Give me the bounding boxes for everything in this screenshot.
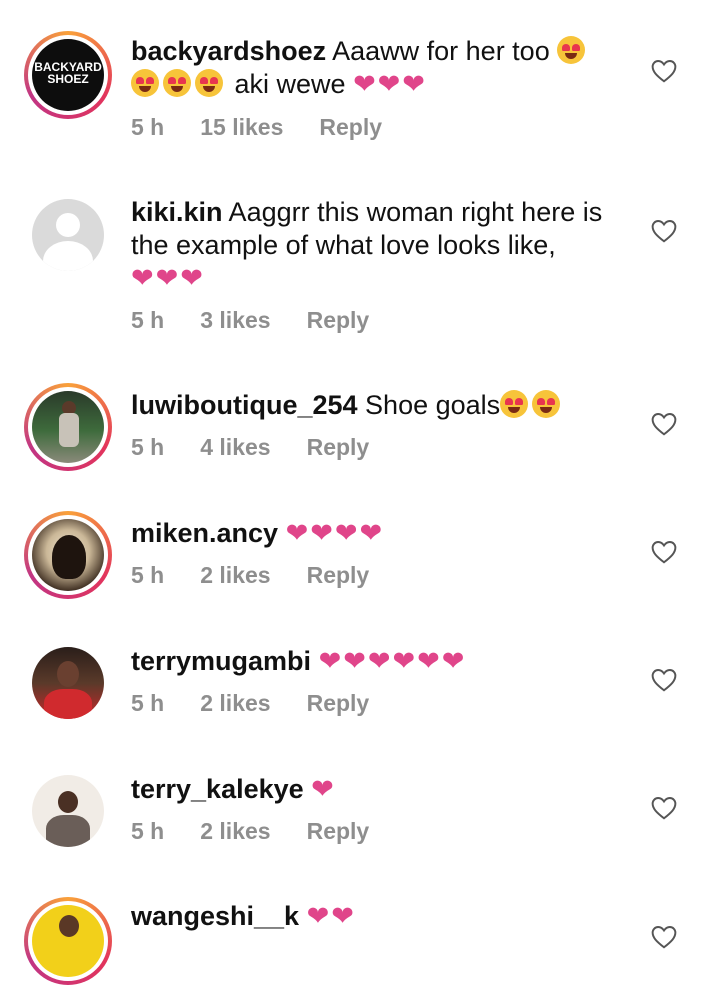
heart-outline-icon[interactable] xyxy=(651,540,677,564)
avatar-story-ring[interactable]: BACKYARD SHOEZ xyxy=(24,31,112,119)
comment-text: wangeshi__k ❤❤ xyxy=(131,900,621,933)
heart-emoji-icon: ❤❤ xyxy=(306,901,356,931)
reply-button[interactable]: Reply xyxy=(307,434,370,461)
comment-time: 5 h xyxy=(131,114,165,140)
comment-meta: 5 h 4 likes Reply xyxy=(131,434,405,461)
avatar xyxy=(32,391,104,463)
comment-body: Shoe goals xyxy=(357,390,501,420)
heart-emoji-icon: ❤❤❤ xyxy=(353,69,427,99)
heart-emoji-icon: ❤❤❤ xyxy=(131,263,205,293)
comment-likes[interactable]: 2 likes xyxy=(200,818,270,845)
comment-username[interactable]: luwiboutique_254 xyxy=(131,390,358,420)
comment-meta: 5 h 2 likes Reply xyxy=(131,562,405,589)
avatar xyxy=(32,519,104,591)
comment-username[interactable]: terrymugambi xyxy=(131,646,311,676)
heart-outline-icon[interactable] xyxy=(651,796,677,820)
comment-username[interactable]: kiki.kin xyxy=(131,197,223,227)
comment-username[interactable]: wangeshi__k xyxy=(131,901,299,931)
comment-meta: 5 h 3 likes Reply xyxy=(131,307,405,334)
heart-eyes-emoji xyxy=(557,36,586,64)
avatar-logo-text: BACKYARD SHOEZ xyxy=(34,60,102,86)
reply-button[interactable]: Reply xyxy=(307,562,370,589)
avatar-story-ring[interactable] xyxy=(24,897,112,985)
comment-time: 5 h xyxy=(131,818,165,844)
reply-button[interactable]: Reply xyxy=(307,307,370,334)
heart-eyes-emoji xyxy=(195,69,223,97)
reply-button[interactable]: Reply xyxy=(307,690,370,717)
reply-button[interactable]: Reply xyxy=(307,818,370,845)
heart-eyes-emoji xyxy=(131,69,159,97)
heart-eyes-emoji xyxy=(500,390,529,418)
reply-button[interactable]: Reply xyxy=(319,114,382,141)
comment-likes[interactable]: 4 likes xyxy=(200,434,270,461)
comment-likes[interactable]: 2 likes xyxy=(200,690,270,717)
comment-username[interactable]: miken.ancy xyxy=(131,518,278,548)
comment-time: 5 h xyxy=(131,690,165,716)
heart-outline-icon[interactable] xyxy=(651,219,677,243)
comment-body-cont: aki wewe xyxy=(227,69,354,99)
comment-text: backyardshoez Aaaww for her too aki wewe… xyxy=(131,35,621,101)
comment-body: Aaaww for her too xyxy=(326,36,558,66)
comment-meta: 5 h 2 likes Reply xyxy=(131,690,405,717)
comment-likes[interactable]: 2 likes xyxy=(200,562,270,589)
heart-outline-icon[interactable] xyxy=(651,59,677,83)
heart-emoji-icon: ❤❤❤❤❤❤ xyxy=(318,646,467,676)
avatar xyxy=(32,905,104,977)
comment-text: kiki.kin Aaggrr this woman right here is… xyxy=(131,196,621,295)
comment-likes[interactable]: 15 likes xyxy=(200,114,283,141)
heart-eyes-emoji xyxy=(532,390,561,418)
heart-outline-icon[interactable] xyxy=(651,925,677,949)
heart-emoji-icon: ❤❤❤❤ xyxy=(285,518,385,548)
heart-emoji-icon: ❤ xyxy=(311,774,336,804)
comment-text: terry_kalekye ❤ xyxy=(131,773,621,806)
comment-username[interactable]: terry_kalekye xyxy=(131,774,304,804)
comment-time: 5 h xyxy=(131,562,165,588)
comment-username[interactable]: backyardshoez xyxy=(131,36,326,66)
heart-outline-icon[interactable] xyxy=(651,412,677,436)
comment-text: luwiboutique_254 Shoe goals xyxy=(131,389,621,422)
avatar-story-ring[interactable] xyxy=(24,383,112,471)
avatar[interactable] xyxy=(32,647,104,719)
comment-meta: 5 h 15 likes Reply xyxy=(131,114,418,141)
avatar[interactable] xyxy=(32,199,104,271)
avatar-story-ring[interactable] xyxy=(24,511,112,599)
heart-eyes-emoji xyxy=(163,69,191,97)
comment-text: miken.ancy ❤❤❤❤ xyxy=(131,517,621,550)
avatar[interactable] xyxy=(32,775,104,847)
heart-outline-icon[interactable] xyxy=(651,668,677,692)
comment-time: 5 h xyxy=(131,307,165,333)
avatar: BACKYARD SHOEZ xyxy=(32,39,104,111)
comment-likes[interactable]: 3 likes xyxy=(200,307,270,334)
comment-time: 5 h xyxy=(131,434,165,460)
comment-text: terrymugambi ❤❤❤❤❤❤ xyxy=(131,645,621,678)
comment-meta: 5 h 2 likes Reply xyxy=(131,818,405,845)
